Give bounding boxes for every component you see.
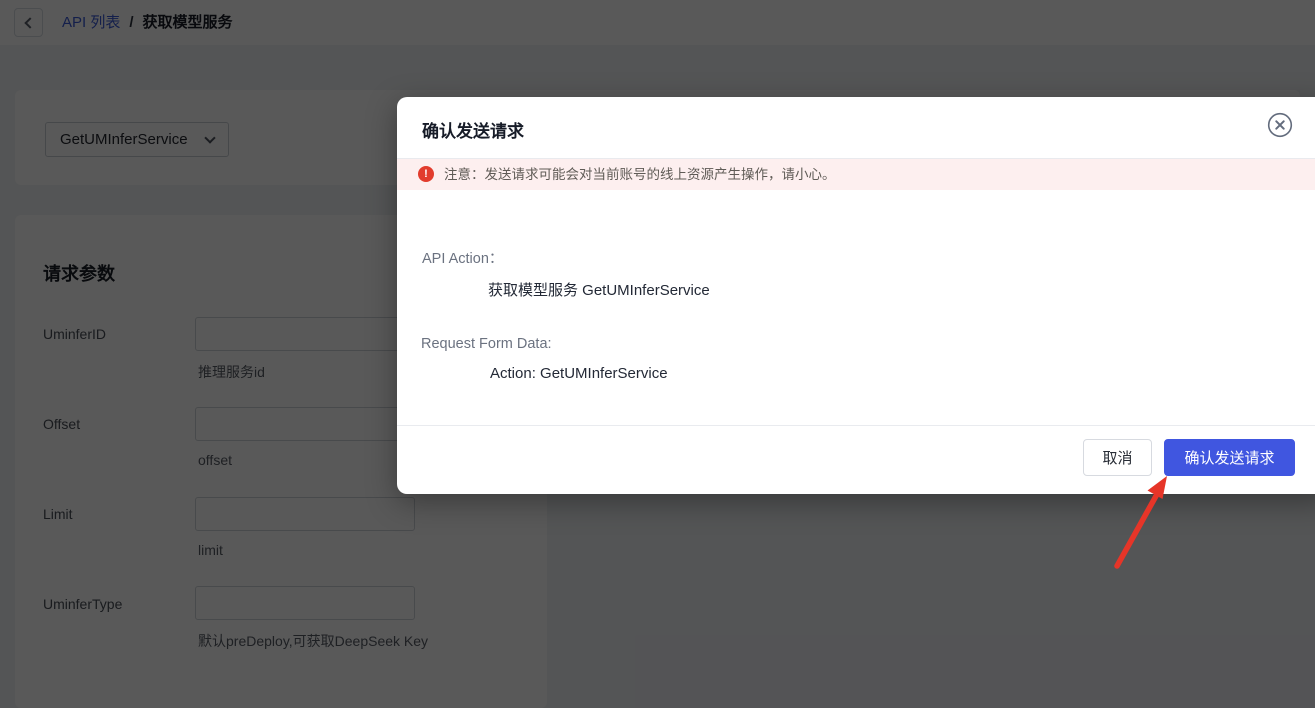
request-form-data-label: Request Form Data: [421, 336, 552, 352]
request-form-data-value: Action: GetUMInferService [490, 365, 668, 382]
confirm-request-modal: 确认发送请求 ! 注意：发送请求可能会对当前账号的线上资源产生操作，请小心。 A… [397, 97, 1315, 494]
api-action-value: 获取模型服务 GetUMInferService [488, 279, 710, 300]
modal-title: 确认发送请求 [422, 117, 524, 142]
warning-alert: ! 注意：发送请求可能会对当前账号的线上资源产生操作，请小心。 [397, 159, 1315, 190]
confirm-send-request-button[interactable]: 确认发送请求 [1164, 439, 1295, 476]
close-button[interactable] [1267, 112, 1293, 138]
close-icon [1267, 112, 1293, 138]
modal-footer-divider [397, 425, 1315, 426]
warning-alert-text: 注意：发送请求可能会对当前账号的线上资源产生操作，请小心。 [444, 159, 836, 190]
app-root: API 列表/获取模型服务 GetUMInferService 请求参数 Umi… [0, 0, 1315, 708]
cancel-button[interactable]: 取消 [1083, 439, 1152, 476]
exclamation-circle-icon: ! [418, 166, 434, 182]
api-action-label: API Action： [422, 247, 503, 268]
